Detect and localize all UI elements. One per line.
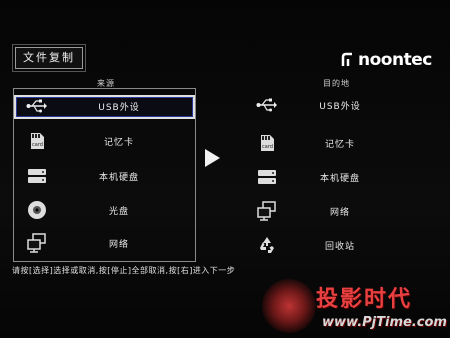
page-title: 文件复制 [12, 44, 86, 72]
destination-item-memory-card[interactable]: card 记忆卡 [250, 132, 400, 156]
next-arrow-icon [205, 149, 220, 167]
watermark: 投影时代 www.PjTime.com [262, 277, 450, 338]
source-item-label: 光盘 [108, 207, 129, 217]
svg-text:card: card [32, 142, 43, 148]
source-item-usb[interactable]: USB外设 [14, 95, 195, 119]
watermark-circle-icon [262, 279, 316, 333]
destination-item-network[interactable]: 网络 [250, 200, 400, 224]
source-item-hard-disk[interactable]: 本机硬盘 [14, 165, 195, 189]
noontec-logo-icon [341, 52, 352, 66]
file-copy-screen: 文件复制 noontec 来源 目的地 USB外设 card 记忆卡 本机硬盘 [0, 0, 450, 338]
watermark-title: 投影时代 [316, 287, 413, 312]
watermark-url: www.PjTime.com [322, 315, 447, 330]
source-item-optical-disc[interactable]: 光盘 [14, 199, 195, 223]
source-item-label: 本机硬盘 [98, 173, 139, 183]
destination-item-hard-disk[interactable]: 本机硬盘 [250, 166, 400, 190]
source-item-label: USB外设 [98, 103, 140, 113]
source-list: USB外设 card 记忆卡 本机硬盘 光盘 网络 [13, 88, 196, 262]
destination-item-label: 记忆卡 [324, 140, 355, 150]
instruction-hint: 请按[选择]选择或取消,按[停止]全部取消,按[右]进入下一步 [12, 266, 236, 275]
hard-disk-icon [26, 165, 48, 187]
memory-card-icon: card [256, 132, 278, 154]
recycle-bin-icon [256, 234, 278, 256]
network-icon [26, 232, 48, 254]
destination-list: USB外设 card 记忆卡 本机硬盘 网络 回收站 [250, 94, 400, 264]
brand-logo: noontec [340, 50, 440, 70]
usb-icon [26, 95, 48, 117]
network-icon [256, 200, 278, 222]
destination-header: 目的地 [323, 79, 350, 88]
source-item-network[interactable]: 网络 [14, 232, 195, 256]
destination-item-label: 本机硬盘 [319, 174, 360, 184]
destination-item-label: USB外设 [319, 102, 361, 112]
hard-disk-icon [256, 166, 278, 188]
optical-disc-icon [26, 199, 48, 221]
source-item-label: 网络 [108, 240, 129, 250]
destination-item-usb[interactable]: USB外设 [250, 94, 400, 118]
destination-item-label: 回收站 [324, 242, 355, 252]
usb-icon [256, 94, 278, 116]
source-item-label: 记忆卡 [103, 138, 134, 148]
memory-card-icon: card [26, 130, 48, 152]
destination-item-label: 网络 [329, 208, 350, 218]
svg-text:card: card [262, 144, 273, 150]
brand-logo-text: noontec [358, 50, 432, 70]
destination-item-recycle-bin[interactable]: 回收站 [250, 234, 400, 258]
source-item-memory-card[interactable]: card 记忆卡 [14, 130, 195, 154]
